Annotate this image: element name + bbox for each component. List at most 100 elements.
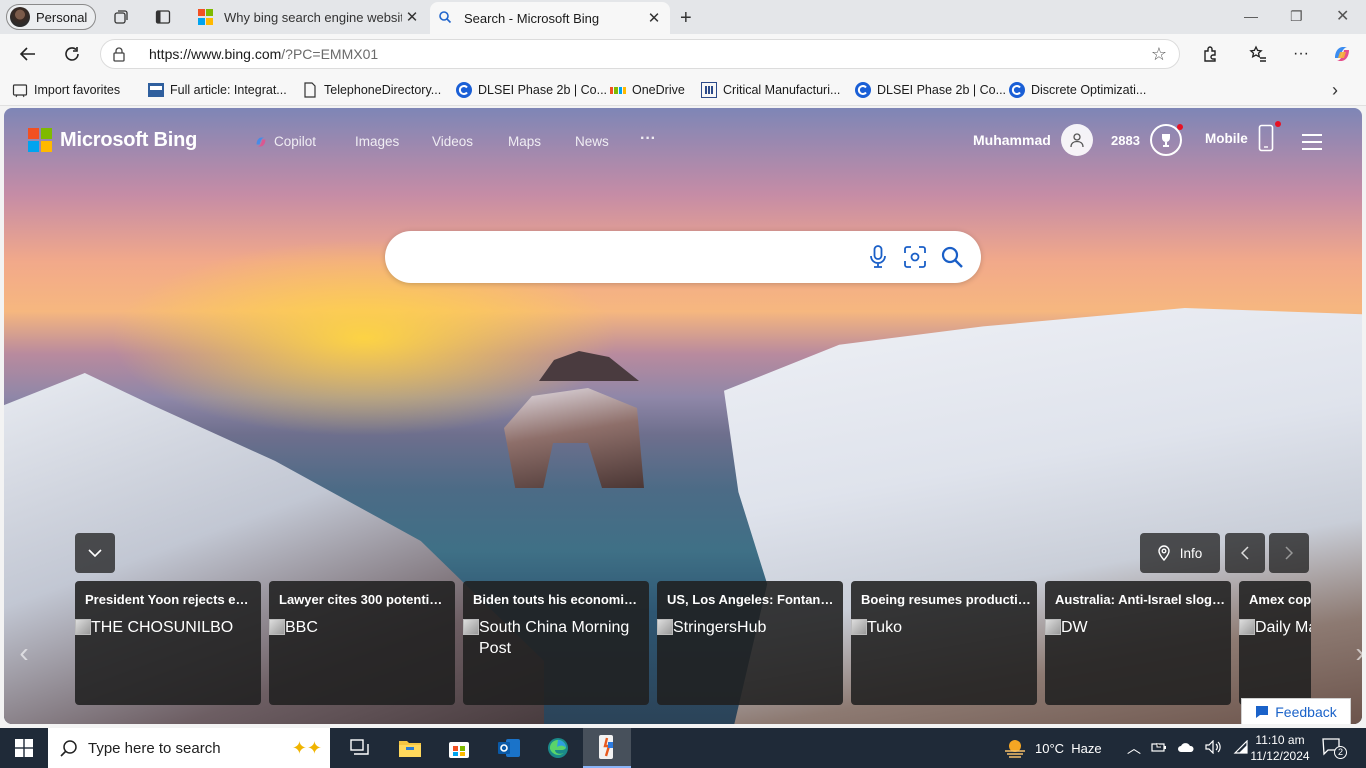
close-tab-icon[interactable]: ✕	[402, 8, 422, 26]
news-source: THE CHOSUNILBO	[75, 617, 261, 638]
c-circle-icon	[855, 82, 871, 98]
mobile-notification-dot	[1275, 121, 1281, 127]
news-card[interactable]: US, Los Angeles: Fontana H... StringersH…	[657, 581, 843, 705]
new-tab-icon[interactable]: +	[680, 7, 692, 30]
nav-copilot[interactable]: Copilot	[254, 134, 316, 149]
minimize-icon[interactable]: —	[1244, 8, 1258, 24]
address-bar[interactable]: https://www.bing.com/?PC=EMMX01 ☆	[100, 39, 1180, 69]
edge-icon[interactable]	[534, 728, 582, 768]
bookmark-discrete-optimization[interactable]: Discrete Optimizati...	[1009, 81, 1146, 99]
broken-image-icon	[1045, 619, 1061, 635]
restore-icon[interactable]: ❐	[1290, 8, 1303, 25]
news-title: Boeing resumes productio...	[861, 592, 1031, 607]
bing-logo[interactable]: Microsoft Bing	[28, 128, 197, 152]
news-source: StringersHub	[657, 617, 843, 638]
onedrive-cloud-icon[interactable]	[1177, 741, 1195, 756]
broken-image-icon	[75, 619, 91, 635]
taskbar-search[interactable]: Type here to search ✦✦	[48, 728, 330, 768]
hamburger-menu-icon[interactable]	[1302, 134, 1322, 150]
clock[interactable]: 11:10 am 11/12/2024	[1245, 732, 1315, 764]
next-image-button[interactable]	[1269, 533, 1309, 573]
favorite-star-icon[interactable]: ☆	[1139, 44, 1179, 65]
news-card[interactable]: Lawyer cites 300 potential ... BBC	[269, 581, 455, 705]
bookmark-dlsei-1[interactable]: DLSEI Phase 2b | Co...	[456, 81, 607, 99]
bookmark-dlsei-2[interactable]: DLSEI Phase 2b | Co...	[855, 81, 1006, 99]
refresh-icon[interactable]	[60, 42, 84, 66]
bookmark-critical-manufacturing[interactable]: Critical Manufacturi...	[701, 81, 840, 99]
logo-text: Microsoft Bing	[60, 128, 198, 151]
c-circle-icon	[1009, 82, 1025, 98]
mobile-link[interactable]: Mobile	[1205, 124, 1274, 152]
url-text[interactable]: https://www.bing.com/?PC=EMMX01	[137, 46, 1139, 62]
volume-icon[interactable]	[1205, 739, 1223, 757]
nav-news[interactable]: News	[575, 134, 609, 149]
broken-image-icon	[463, 619, 479, 635]
feedback-button[interactable]: Feedback	[1241, 698, 1351, 724]
visual-search-icon[interactable]	[901, 243, 929, 271]
close-tab-icon[interactable]: ✕	[644, 9, 664, 27]
news-title: Biden touts his economic l...	[473, 592, 643, 607]
microsoft-logo-icon	[610, 82, 626, 98]
chevron-left-icon	[1241, 546, 1249, 560]
microsoft-store-icon[interactable]	[435, 728, 483, 768]
url-path: /?PC=EMMX01	[281, 46, 379, 62]
tab-why-bing[interactable]: Why bing search engine website i ✕	[190, 0, 428, 34]
extensions-icon[interactable]	[1198, 42, 1222, 66]
favorites-icon[interactable]	[1246, 42, 1270, 66]
chevron-right-icon[interactable]: ›	[1332, 80, 1338, 101]
info-button[interactable]: Info	[1140, 533, 1220, 573]
clock-time: 11:10 am	[1255, 733, 1305, 747]
news-card[interactable]: President Yoon rejects earl... THE CHOSU…	[75, 581, 261, 705]
weather-widget[interactable]: 10°C Haze	[1003, 728, 1102, 768]
microsoft-logo-icon	[28, 128, 52, 152]
bing-homepage: Microsoft Bing Copilot Images Videos Map…	[4, 108, 1362, 724]
carousel-prev-icon[interactable]: ‹	[14, 637, 34, 668]
news-card[interactable]: Biden touts his economic l... South Chin…	[463, 581, 649, 705]
bookmark-onedrive[interactable]: OneDrive	[610, 81, 685, 99]
notification-count: 2	[1334, 746, 1347, 759]
profile-button[interactable]: Personal	[6, 4, 96, 30]
active-app-icon[interactable]	[583, 728, 631, 768]
workspaces-icon[interactable]	[112, 8, 130, 26]
news-carousel: President Yoon rejects earl... THE CHOSU…	[75, 581, 1311, 705]
microphone-icon[interactable]	[864, 243, 892, 271]
expand-feed-button[interactable]	[75, 533, 115, 573]
lock-icon[interactable]	[101, 46, 137, 62]
start-button[interactable]	[0, 728, 48, 768]
task-view-icon[interactable]	[336, 728, 384, 768]
feedback-label: Feedback	[1275, 703, 1337, 720]
nav-more[interactable]: ···	[640, 130, 656, 148]
more-menu-icon[interactable]: ···	[1289, 42, 1313, 66]
news-title: Australia: Anti-Israel slogan...	[1055, 592, 1225, 607]
file-explorer-icon[interactable]	[386, 728, 434, 768]
bookmark-import-favorites[interactable]: Import favorites	[12, 81, 120, 99]
copilot-icon[interactable]	[1330, 42, 1354, 66]
news-card[interactable]: Boeing resumes productio... Tuko	[851, 581, 1037, 705]
close-window-icon[interactable]: ✕	[1336, 6, 1349, 26]
tab-title: Why bing search engine website i	[224, 9, 402, 25]
tab-actions-icon[interactable]	[154, 8, 172, 26]
news-source: BBC	[269, 617, 455, 638]
import-icon	[12, 82, 28, 98]
news-card[interactable]: Amex copi Daily Ma	[1239, 581, 1311, 705]
tab-bing-search[interactable]: Search - Microsoft Bing ✕	[430, 2, 670, 34]
previous-image-button[interactable]	[1225, 533, 1265, 573]
news-card[interactable]: Australia: Anti-Israel slogan... DW	[1045, 581, 1231, 705]
user-account[interactable]: Muhammad	[973, 124, 1093, 156]
battery-icon[interactable]	[1151, 741, 1167, 756]
windows-taskbar: Type here to search ✦✦ 10°C Haze ︿ 11:10…	[0, 728, 1366, 768]
notifications-button[interactable]: 2	[1322, 738, 1347, 759]
back-arrow-icon[interactable]	[16, 42, 40, 66]
nav-images[interactable]: Images	[355, 134, 399, 149]
search-icon[interactable]	[938, 243, 966, 271]
bookmark-full-article[interactable]: Full article: Integrat...	[148, 81, 287, 99]
bookmark-telephone-directory[interactable]: TelephoneDirectory...	[302, 81, 441, 99]
nav-maps[interactable]: Maps	[508, 134, 541, 149]
nav-videos[interactable]: Videos	[432, 134, 473, 149]
carousel-next-icon[interactable]: ›	[1350, 637, 1362, 668]
outlook-icon[interactable]	[485, 728, 533, 768]
search-input[interactable]	[405, 241, 845, 273]
rewards[interactable]: 2883	[1111, 124, 1182, 156]
show-hidden-icons-icon[interactable]: ︿	[1127, 738, 1141, 758]
rewards-notification-dot	[1177, 124, 1183, 130]
